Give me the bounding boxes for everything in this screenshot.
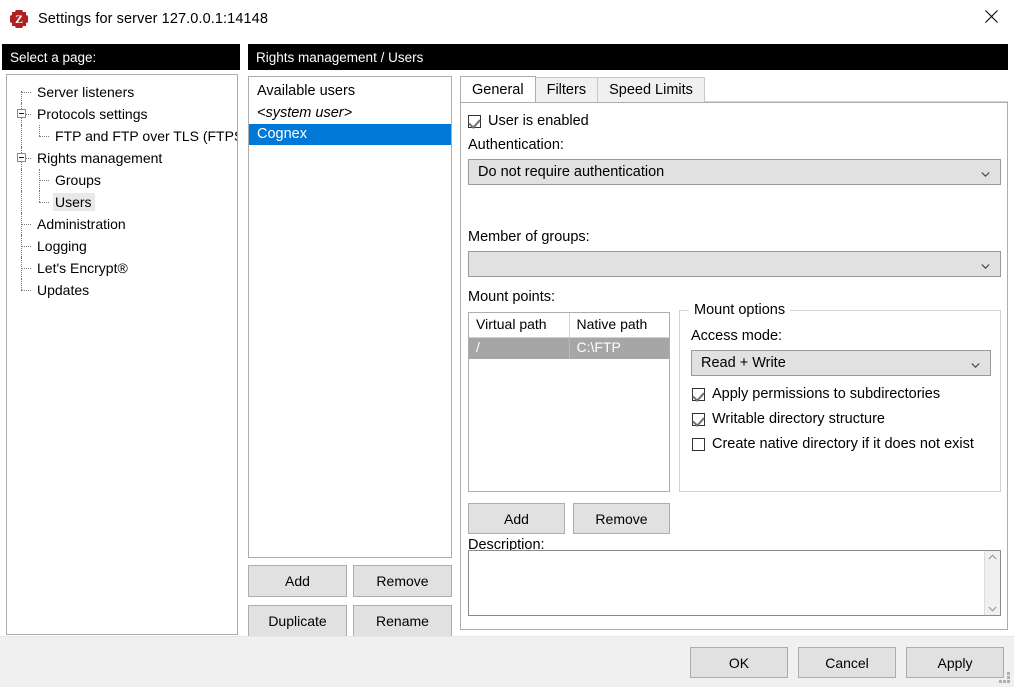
tree-item-logging[interactable]: Logging — [7, 235, 237, 257]
available-users-title: Available users — [257, 83, 356, 99]
tree-connector — [7, 257, 35, 279]
tree-item-label: Rights management — [37, 150, 163, 166]
tree-item-label: Logging — [37, 238, 87, 254]
rename-user-button[interactable]: Rename — [353, 605, 452, 637]
user-settings-tabs[interactable]: General Filters Speed Limits — [460, 76, 1008, 102]
mount-points-label: Mount points: — [468, 289, 556, 305]
tree-item-label: Groups — [55, 172, 101, 188]
table-header-row: Virtual path Native path — [469, 313, 669, 338]
tree-expander-icon[interactable] — [17, 109, 26, 118]
chevron-down-icon — [981, 167, 990, 178]
remove-user-button[interactable]: Remove — [353, 565, 452, 597]
tree-item-rights-management[interactable]: Rights management — [7, 147, 237, 169]
member-of-groups-dropdown[interactable] — [468, 251, 1001, 277]
tree-item-users[interactable]: Users — [7, 191, 237, 213]
tree-connector — [7, 103, 35, 125]
cell-native-path: C:\FTP — [576, 339, 621, 355]
chevron-down-icon — [981, 259, 990, 270]
tree-item-label: Users — [53, 193, 95, 211]
cell-virtual-path: / — [469, 338, 570, 359]
list-item[interactable]: <system user> — [249, 103, 451, 124]
general-tab-panel: User is enabled Authentication: Do not r… — [460, 102, 1008, 630]
tree-item-let-s-encrypt[interactable]: Let's Encrypt® — [7, 257, 237, 279]
remove-mount-point-button[interactable]: Remove — [573, 503, 670, 534]
tree-item-label: Protocols settings — [37, 106, 148, 122]
create-native-directory-checkbox[interactable]: Create native directory if it does not e… — [692, 436, 974, 452]
mount-options-title: Mount options — [689, 302, 791, 318]
description-textarea[interactable] — [468, 550, 1001, 616]
tree-connector — [7, 125, 53, 147]
column-header-native-path[interactable]: Native path — [570, 313, 670, 337]
tree-connector — [7, 169, 53, 191]
tree-item-updates[interactable]: Updates — [7, 279, 237, 301]
tree-connector — [7, 147, 35, 169]
description-value[interactable] — [469, 551, 984, 615]
checkbox-box — [692, 412, 705, 426]
create-native-directory-label: Create native directory if it does not e… — [712, 436, 974, 452]
authentication-value: Do not require authentication — [478, 164, 665, 180]
tab-general[interactable]: General — [460, 76, 536, 102]
authentication-dropdown[interactable]: Do not require authentication — [468, 159, 1001, 185]
settings-page-tree[interactable]: Server listeners Protocols settings FTP an… — [6, 74, 238, 635]
window-title: Settings for server 127.0.0.1:14148 — [38, 11, 269, 27]
title-bar: Z Settings for server 127.0.0.1:14148 — [0, 0, 1014, 38]
tree-item-protocols-settings[interactable]: Protocols settings — [7, 103, 237, 125]
column-header-virtual-path[interactable]: Virtual path — [469, 313, 570, 337]
chevron-down-icon — [971, 358, 980, 369]
writable-directory-structure-checkbox[interactable]: Writable directory structure — [692, 411, 885, 427]
close-icon[interactable] — [968, 0, 1014, 32]
user-is-enabled-label: User is enabled — [488, 113, 589, 129]
tree-connector — [7, 81, 35, 113]
tree-item-ftp-and-ftp-over-tls-ftps[interactable]: FTP and FTP over TLS (FTPS) — [7, 125, 237, 147]
tree-item-label: Let's Encrypt® — [37, 260, 128, 276]
breadcrumb: Rights management / Users — [248, 44, 1008, 70]
scroll-down-icon[interactable] — [988, 605, 997, 612]
checkbox-box — [692, 387, 705, 401]
ok-button[interactable]: OK — [690, 647, 788, 678]
apply-button[interactable]: Apply — [906, 647, 1004, 678]
tree-connector — [7, 279, 35, 301]
scroll-up-icon[interactable] — [988, 554, 997, 561]
tree-item-label: Updates — [37, 282, 90, 298]
access-mode-value: Read + Write — [701, 355, 786, 371]
available-users-list[interactable]: Available users <system user> Cognex — [248, 76, 452, 558]
writable-directory-label: Writable directory structure — [712, 411, 885, 427]
description-scrollbar[interactable] — [984, 551, 1000, 615]
tree-connector — [7, 235, 35, 257]
tree-item-label: Server listeners — [37, 84, 135, 100]
filezilla-logo-icon: Z — [9, 9, 29, 29]
tab-filters[interactable]: Filters — [534, 77, 599, 102]
select-a-page-header: Select a page: — [2, 44, 240, 70]
tree-item-groups[interactable]: Groups — [7, 169, 237, 191]
member-of-groups-label: Member of groups: — [468, 229, 590, 245]
user-is-enabled-checkbox[interactable]: User is enabled — [468, 113, 589, 129]
list-item[interactable]: Cognex — [249, 124, 451, 145]
tree-item-label: FTP and FTP over TLS (FTPS) — [55, 128, 238, 144]
tree-expander-icon[interactable] — [17, 153, 26, 162]
apply-permissions-subdirectories-checkbox[interactable]: Apply permissions to subdirectories — [692, 386, 940, 402]
duplicate-user-button[interactable]: Duplicate — [248, 605, 347, 637]
tab-speed-limits[interactable]: Speed Limits — [597, 77, 705, 102]
table-row[interactable]: / C:\FTP — [469, 338, 669, 359]
access-mode-label: Access mode: — [691, 328, 783, 344]
mount-points-table[interactable]: Virtual path Native path / C:\FTP — [468, 312, 670, 492]
apply-permissions-label: Apply permissions to subdirectories — [712, 386, 941, 402]
mount-options-group: Mount options Access mode: Read + Write … — [679, 302, 1001, 492]
tree-item-administration[interactable]: Administration — [7, 213, 237, 235]
tree-connector — [7, 213, 35, 235]
checkbox-box — [692, 437, 705, 451]
cancel-button[interactable]: Cancel — [798, 647, 896, 678]
tree-connector — [7, 191, 53, 213]
authentication-label: Authentication: — [468, 137, 564, 153]
tree-item-server-listeners[interactable]: Server listeners — [7, 81, 237, 113]
access-mode-dropdown[interactable]: Read + Write — [691, 350, 991, 376]
checkbox-box — [468, 114, 481, 128]
add-mount-point-button[interactable]: Add — [468, 503, 565, 534]
add-user-button[interactable]: Add — [248, 565, 347, 597]
tree-item-label: Administration — [37, 216, 126, 232]
